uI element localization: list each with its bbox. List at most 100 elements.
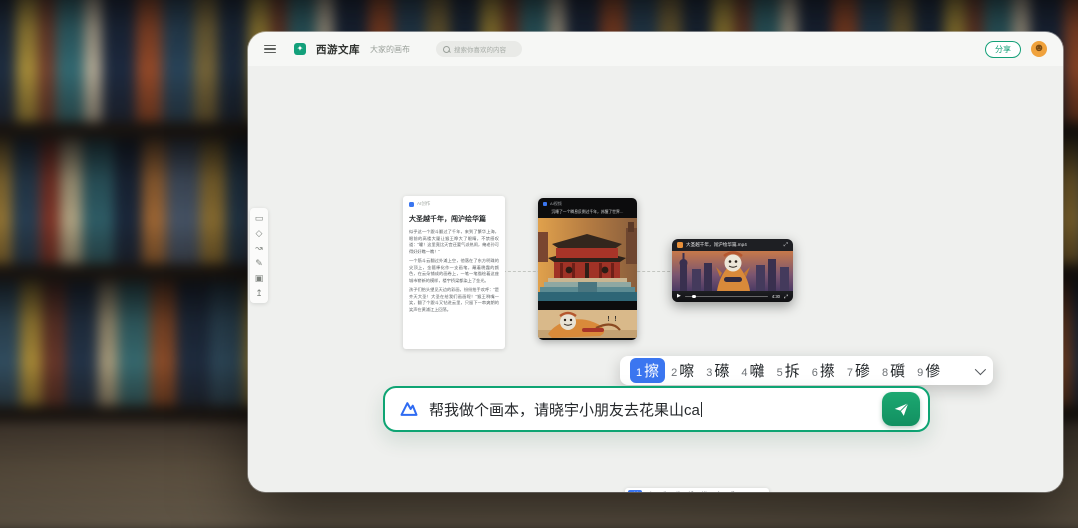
- candidate-char: 擦: [634, 490, 640, 492]
- candidate-char: 礤: [714, 360, 729, 381]
- menu-icon[interactable]: [264, 45, 276, 54]
- ime-candidate[interactable]: 8礩: [723, 490, 737, 492]
- app-subtitle: 大家的画布: [370, 44, 410, 55]
- chevron-down-icon[interactable]: [975, 363, 986, 374]
- doc-card-body: 似乎这一个跟斗翻过了千年，来到了繁华上海，眼前的高楼大厦让猴王睁大了眼睛，不禁感…: [409, 229, 499, 313]
- fullscreen-icon[interactable]: ⤢: [784, 294, 788, 300]
- ai-badge-icon: [409, 202, 414, 207]
- ime-candidate[interactable]: 1擦: [628, 490, 642, 492]
- storyboard-caption: 沉睡了一个瞬息反倒过千年，苏醒了世界…: [538, 208, 637, 218]
- candidate-char: 磣: [715, 490, 721, 492]
- candidate-char: 磣: [855, 360, 870, 381]
- ime-candidate[interactable]: 5拆: [682, 490, 696, 492]
- candidate-number: 2: [671, 367, 677, 379]
- monkey-illustration: [538, 310, 637, 338]
- text-caret: [701, 402, 702, 417]
- doc-card[interactable]: AI创作 大圣越千年，闯沪绘华篇 似乎这一个跟斗翻过了千年，来到了繁华上海，眼前…: [403, 196, 505, 349]
- video-file-icon: [677, 242, 683, 248]
- prompt-input-magnified[interactable]: 帮我做个画本，请晓宇小朋友去花果山ca: [383, 386, 930, 432]
- video-card[interactable]: 大圣越千年，闯沪绘华篇.mp4 ⤢: [672, 239, 793, 302]
- frame-tool-icon[interactable]: ▭: [255, 213, 264, 223]
- paper-plane-icon: [893, 401, 910, 418]
- ime-candidate[interactable]: 6 攃: [806, 358, 841, 383]
- candidate-char: 礤: [661, 490, 667, 492]
- temple-illustration: [538, 218, 637, 301]
- candidate-number: 9: [917, 367, 923, 379]
- candidate-char: 拆: [688, 490, 694, 492]
- ime-candidate[interactable]: 3礤: [655, 490, 669, 492]
- ime-candidate[interactable]: 7磣: [709, 490, 723, 492]
- ime-candidate[interactable]: 4 囃: [735, 358, 770, 383]
- ime-candidate-bar: 1 擦 2 嚓 3 礤 4 囃 5 拆: [620, 356, 993, 385]
- candidate-char: 礩: [729, 490, 735, 492]
- avatar[interactable]: ☻: [1031, 41, 1047, 57]
- doc-card-title: 大圣越千年，闯沪绘华篇: [409, 214, 499, 224]
- canvas[interactable]: ▭ ◇ ↝ ✎ ▣ ↥ AI创作 大圣越千年，闯沪绘华篇 似乎这一个跟斗翻过了千…: [248, 66, 1063, 492]
- search-input[interactable]: 搜索你喜欢的内容: [436, 41, 522, 57]
- ai-assistant-icon: [399, 399, 419, 419]
- ime-candidate[interactable]: 8 礩: [876, 358, 911, 383]
- doc-paragraph: 一个筋斗云翻过外滩上空，他落在了东方明珠的尖顶上，金箍棒化作一支画笔，蘸着晚霞的…: [409, 258, 499, 284]
- candidate-number: 6: [812, 367, 818, 379]
- candidate-number: 5: [777, 367, 783, 379]
- ime-candidate[interactable]: 2嚓: [642, 490, 656, 492]
- progress-handle[interactable]: [692, 295, 695, 298]
- search-icon: [443, 46, 450, 53]
- doc-card-badge: AI创作: [417, 201, 430, 207]
- tool-rail: ▭ ◇ ↝ ✎ ▣ ↥: [250, 208, 268, 303]
- candidate-number: 8: [882, 367, 888, 379]
- search-placeholder: 搜索你喜欢的内容: [454, 44, 506, 54]
- candidate-char: 攃: [701, 490, 707, 492]
- upload-tool-icon[interactable]: ↥: [255, 288, 263, 298]
- ime-candidate[interactable]: 2 嚓: [665, 358, 700, 383]
- video-progress-bar[interactable]: [685, 296, 768, 297]
- ime-candidate[interactable]: 3 礤: [700, 358, 735, 383]
- share-button[interactable]: 分享: [985, 41, 1021, 58]
- video-title: 大圣越千年，闯沪绘华篇.mp4: [686, 242, 781, 248]
- candidate-char: 礩: [890, 360, 905, 381]
- ime-candidate[interactable]: 9 傪: [911, 358, 946, 383]
- ai-badge-icon: [543, 202, 547, 206]
- send-button[interactable]: [882, 392, 920, 426]
- pen-tool-icon[interactable]: ✎: [255, 258, 263, 268]
- app-window: ✦ 西游文库 大家的画布 搜索你喜欢的内容 分享 ☻ ▭ ◇ ↝ ✎ ▣ ↥: [248, 32, 1063, 492]
- prompt-committed-text: 帮我做个画本，请晓宇小朋友去花果山: [429, 402, 684, 419]
- candidate-char: 囃: [674, 490, 680, 492]
- window-header: ✦ 西游文库 大家的画布 搜索你喜欢的内容 分享 ☻: [248, 32, 1063, 66]
- candidate-number: 4: [741, 367, 747, 379]
- candidate-char: 傪: [925, 360, 940, 381]
- doc-card-header: AI创作: [409, 201, 499, 207]
- candidate-number: 1: [636, 367, 642, 379]
- ime-candidate[interactable]: 5 拆: [771, 358, 806, 383]
- candidate-char: 嚓: [647, 490, 653, 492]
- video-card-header: 大圣越千年，闯沪绘华篇.mp4 ⤢: [672, 239, 793, 251]
- video-thumbnail[interactable]: [672, 251, 793, 291]
- exclaim-text: ！！: [607, 314, 621, 323]
- ime-candidate[interactable]: 7 磣: [841, 358, 876, 383]
- ime-candidate-bar-mini: 1擦 2嚓 3礤 4囃 5拆 6攃 7磣 8礩: [625, 488, 769, 492]
- ime-candidate[interactable]: 4囃: [669, 490, 683, 492]
- candidate-char: 攃: [820, 360, 835, 381]
- storyboard-card-badge: AI视频: [550, 201, 562, 207]
- candidate-char: 擦: [644, 360, 659, 381]
- storyboard-card[interactable]: AI视频 沉睡了一个瞬息反倒过千年，苏醒了世界…: [538, 198, 637, 340]
- video-time: 4:30: [772, 294, 780, 299]
- prompt-text: 帮我做个画本，请晓宇小朋友去花果山ca: [429, 399, 702, 420]
- candidate-number: 7: [847, 367, 853, 379]
- candidate-number: 3: [706, 367, 712, 379]
- video-controls: ▶ 4:30 ⤢: [672, 291, 793, 302]
- ime-composition-text: ca: [684, 402, 700, 420]
- connector-tool-icon[interactable]: ↝: [255, 243, 263, 253]
- ime-candidate[interactable]: 6攃: [696, 490, 710, 492]
- app-logo-icon: ✦: [294, 43, 306, 55]
- image-tool-icon[interactable]: ▣: [255, 273, 264, 283]
- play-icon[interactable]: ▶: [677, 294, 681, 299]
- doc-paragraph: 似乎这一个跟斗翻过了千年，来到了繁华上海，眼前的高楼大厦让猴王睁大了眼睛，不禁感…: [409, 229, 499, 255]
- shape-tool-icon[interactable]: ◇: [256, 228, 263, 238]
- screenshot-stage: ✦ 西游文库 大家的画布 搜索你喜欢的内容 分享 ☻ ▭ ◇ ↝ ✎ ▣ ↥: [0, 0, 1078, 528]
- storyboard-card-header: AI视频: [538, 198, 637, 208]
- candidate-char: 拆: [785, 360, 800, 381]
- doc-paragraph: 孩子们抬头望见天边的彩画，纷纷拍手欢呼：“是齐天大圣！大圣在给我们画画呢！”猴王…: [409, 287, 499, 313]
- expand-icon[interactable]: ⤢: [784, 242, 788, 249]
- ime-candidate[interactable]: 1 擦: [630, 358, 665, 383]
